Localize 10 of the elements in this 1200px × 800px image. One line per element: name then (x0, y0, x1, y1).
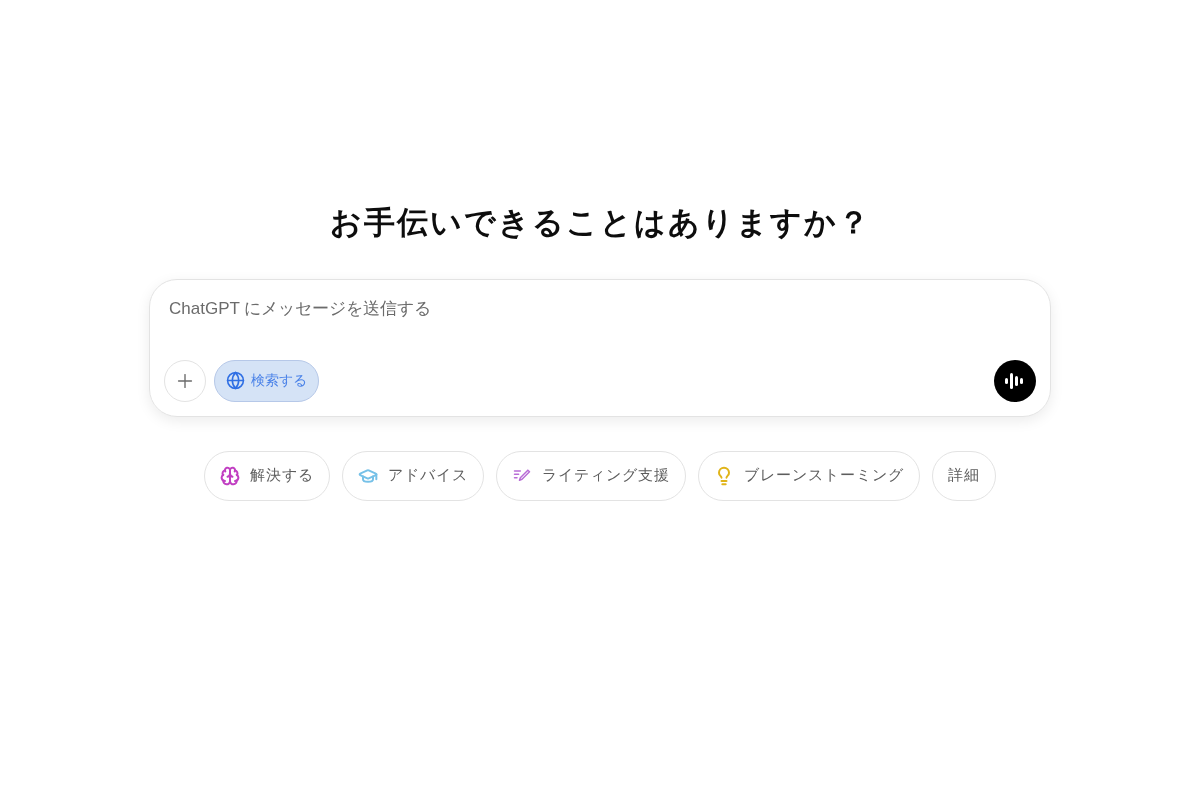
suggestion-chip[interactable]: アドバイス (342, 450, 484, 501)
globe-icon (226, 371, 245, 390)
heading: お手伝いできることはありますか？ (329, 204, 871, 242)
voice-button[interactable] (994, 359, 1036, 402)
suggestion-chip[interactable]: ライティング支援 (496, 450, 686, 501)
suggestion-chip[interactable]: 詳細 (932, 450, 996, 501)
message-input[interactable]: ChatGPT にメッセージを送信する (164, 295, 1036, 321)
suggestion-chip[interactable]: ブレーンストーミング (698, 450, 920, 501)
suggestion-chip[interactable]: 解決する (204, 450, 330, 501)
waveform-icon (1004, 370, 1026, 391)
